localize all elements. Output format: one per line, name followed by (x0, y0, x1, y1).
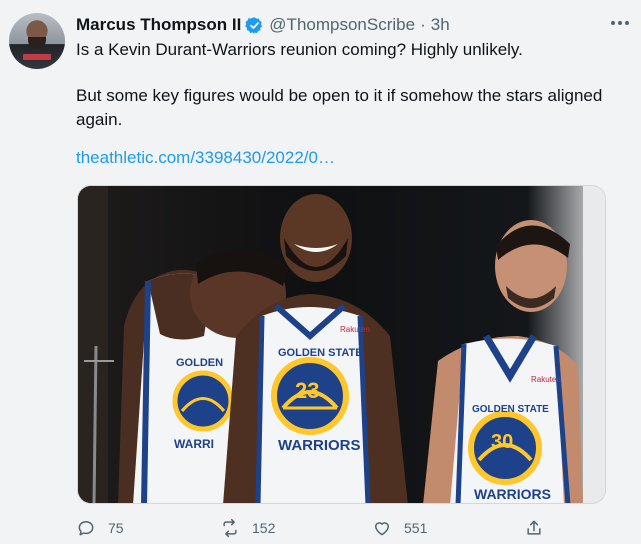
share-button[interactable] (524, 516, 556, 540)
reply-button[interactable]: 75 (76, 516, 124, 540)
header-separator: · (420, 15, 426, 34)
reply-icon (78, 521, 94, 536)
avatar-beard (28, 37, 46, 49)
retweet-icon (223, 518, 237, 538)
right-sponsor: Rakuten (531, 375, 561, 384)
svg-text:WARRI: WARRI (174, 437, 214, 451)
right-jersey-number: 30 (491, 431, 513, 453)
svg-text:WARRIORS: WARRIORS (474, 486, 551, 502)
center-sponsor: Rakuten (340, 325, 370, 334)
tweet[interactable]: Marcus Thompson II @ThompsonScribe · 3h … (0, 0, 641, 544)
svg-text:WARRIORS: WARRIORS (278, 437, 361, 454)
center-jersey-number: 23 (295, 378, 319, 403)
tweet-timestamp[interactable]: 3h (431, 15, 450, 35)
tweet-text-line2: But some key figures would be open to it… (76, 86, 603, 129)
like-count: 551 (404, 520, 428, 536)
reply-count: 75 (108, 520, 124, 536)
verified-badge-icon (245, 16, 263, 34)
retweet-button[interactable]: 152 (220, 516, 275, 540)
svg-text:GOLDEN: GOLDEN (176, 357, 223, 369)
tweet-link[interactable]: theathletic.com/3398430/2022/0… (76, 148, 335, 168)
tweet-photo[interactable]: GOLDEN WARRI 23 GOLDEN STATE WARRIORS Ra… (77, 185, 606, 504)
author-handle[interactable]: @ThompsonScribe (269, 15, 415, 35)
more-options-icon[interactable] (611, 12, 629, 34)
avatar-shirt-logo (23, 54, 51, 60)
tweet-text-line1: Is a Kevin Durant-Warriors reunion comin… (76, 40, 523, 59)
author-avatar[interactable] (9, 13, 65, 69)
photo-illustration: GOLDEN WARRI 23 GOLDEN STATE WARRIORS Ra… (78, 186, 605, 503)
author-name[interactable]: Marcus Thompson II (76, 15, 241, 35)
retweet-count: 152 (252, 520, 276, 536)
share-icon (527, 520, 541, 535)
tweet-actions: 75 152 551 (76, 516, 556, 540)
tweet-header: Marcus Thompson II @ThompsonScribe · 3h (76, 14, 450, 36)
svg-text:GOLDEN STATE: GOLDEN STATE (278, 347, 363, 359)
svg-text:GOLDEN STATE: GOLDEN STATE (472, 404, 549, 415)
like-button[interactable]: 551 (372, 516, 427, 540)
like-icon (375, 522, 389, 536)
